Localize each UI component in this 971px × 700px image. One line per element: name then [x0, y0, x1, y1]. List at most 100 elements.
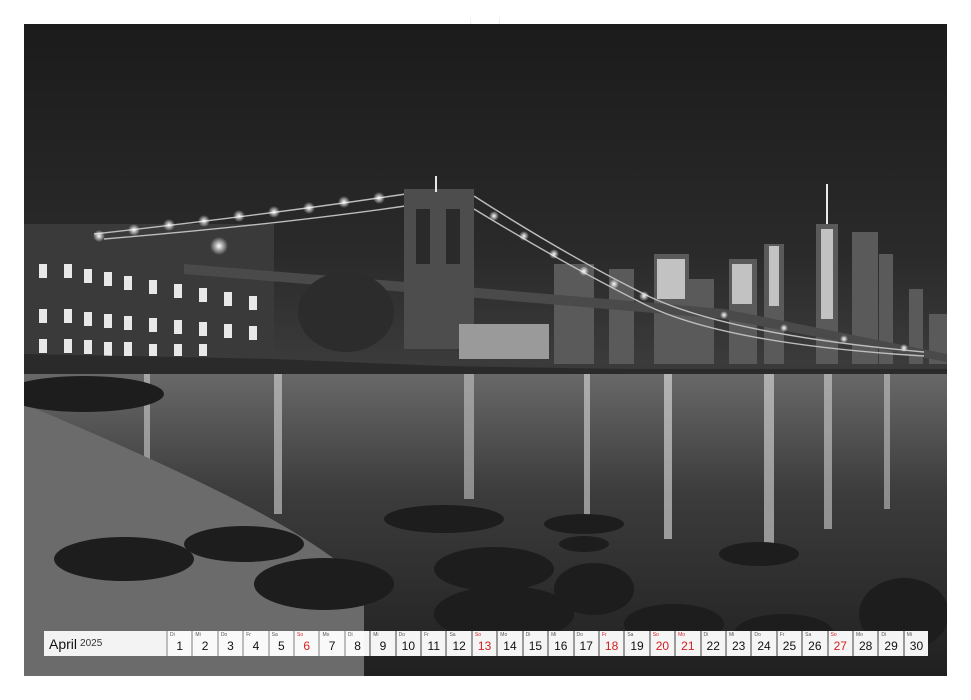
- day-cell: Mi 23: [726, 631, 751, 656]
- weekday-abbrev: Di: [881, 632, 887, 638]
- day-number: 20: [655, 639, 670, 653]
- day-cell: Mo 14: [498, 631, 522, 656]
- day-number: 22: [706, 639, 720, 653]
- weekday-abbrev: So: [474, 632, 481, 638]
- weekday-abbrev: Sa: [805, 632, 812, 638]
- weekday-abbrev: Fr: [246, 632, 251, 638]
- day-cell: Do 10: [396, 631, 421, 656]
- day-number: 2: [201, 639, 209, 653]
- day-cell: Mo 28: [853, 631, 878, 656]
- day-cell: Di 22: [701, 631, 725, 656]
- weekday-abbrev: Mo: [322, 632, 330, 638]
- weekday-abbrev: Mo: [678, 632, 686, 638]
- day-number: 17: [579, 639, 593, 653]
- weekday-abbrev: Mi: [373, 632, 379, 638]
- bridge-tower: [404, 176, 474, 349]
- day-number: 9: [379, 639, 387, 653]
- bridge-night-scene: [24, 176, 947, 676]
- day-number: 4: [252, 639, 260, 653]
- month-label-box: April 2025: [44, 631, 166, 656]
- day-number: 5: [277, 639, 285, 653]
- day-cell: Di 29: [879, 631, 903, 656]
- day-number: 18: [604, 639, 619, 653]
- day-cell: Di 8: [345, 631, 370, 656]
- weekday-abbrev: Di: [170, 632, 175, 638]
- weekday-abbrev: Mo: [500, 632, 508, 638]
- weekday-abbrev: Di: [703, 632, 709, 638]
- weekday-abbrev: Sa: [627, 632, 634, 638]
- weekday-abbrev: Mi: [551, 632, 557, 638]
- day-cell: So 13: [472, 631, 497, 656]
- day-cells: Di 1 Mi 2 Do 3 Fr 4 Sa 5 So 6 Mo 7 Di 8 Mi 9 Do 10 Fr 11 Sa 12 S…: [168, 631, 929, 656]
- day-cell: Do 3: [218, 631, 243, 656]
- day-cell: Fr 18: [599, 631, 624, 656]
- weekday-abbrev: So: [297, 632, 304, 638]
- weekday-abbrev: Do: [398, 632, 406, 638]
- day-cell: Sa 26: [803, 631, 827, 656]
- day-cell: Do 24: [752, 631, 776, 656]
- weekday-abbrev: Mi: [195, 632, 201, 638]
- day-cell: Sa 19: [625, 631, 649, 656]
- day-number: 19: [630, 639, 644, 653]
- calendar-strip: April 2025 Di 1 Mi 2 Do 3 Fr 4 Sa 5 So 6 Mo 7 Di 8 Mi 9 Do…: [44, 631, 929, 656]
- day-number: 15: [528, 639, 543, 653]
- day-number: 24: [757, 639, 771, 653]
- day-number: 23: [731, 639, 746, 653]
- day-number: 30: [909, 639, 924, 653]
- day-number: 12: [452, 639, 466, 653]
- year-label: 2025: [80, 638, 103, 649]
- day-cell: Di 15: [523, 631, 548, 656]
- weekday-abbrev: Di: [525, 632, 531, 638]
- day-number: 26: [808, 639, 822, 653]
- weekday-abbrev: So: [652, 632, 659, 638]
- day-number: 13: [477, 639, 492, 653]
- day-cell: Mo 7: [320, 631, 344, 656]
- day-cell: Mo 21: [676, 631, 700, 656]
- weekday-abbrev: Do: [220, 632, 228, 638]
- calendar-photo: [24, 24, 947, 676]
- day-cell: Mi 9: [371, 631, 395, 656]
- day-number: 27: [833, 639, 847, 653]
- day-cell: Sa 5: [269, 631, 294, 656]
- day-cell: So 6: [295, 631, 319, 656]
- day-cell: So 27: [828, 631, 852, 656]
- weekday-abbrev: Fr: [424, 632, 429, 638]
- weekday-abbrev: Mo: [855, 632, 863, 638]
- day-number: 28: [858, 639, 873, 653]
- day-cell: Fr 11: [422, 631, 446, 656]
- day-number: 6: [303, 639, 311, 653]
- weekday-abbrev: Sa: [449, 632, 456, 638]
- day-number: 29: [884, 639, 898, 653]
- weekday-abbrev: Mi: [728, 632, 735, 638]
- month-name: April: [49, 635, 78, 652]
- day-cell: Fr 25: [777, 631, 802, 656]
- day-number: 8: [354, 639, 361, 653]
- day-number: 21: [681, 639, 695, 653]
- day-number: 3: [227, 639, 234, 653]
- weekday-abbrev: Do: [754, 632, 761, 638]
- carousel-pavilion: [459, 324, 549, 359]
- day-number: 14: [503, 639, 517, 653]
- day-cell: Mi 30: [904, 631, 929, 656]
- day-number: 11: [427, 639, 440, 653]
- weekday-abbrev: Fr: [601, 632, 607, 638]
- day-number: 1: [176, 639, 184, 653]
- day-cell: Sa 12: [447, 631, 471, 656]
- day-cell: Di 1: [168, 631, 192, 656]
- day-cell: Do 17: [574, 631, 598, 656]
- day-cell: Fr 4: [244, 631, 268, 656]
- day-cell: So 20: [650, 631, 675, 656]
- day-number: 25: [782, 639, 797, 653]
- weekday-abbrev: Sa: [271, 632, 278, 638]
- weekday-abbrev: Di: [347, 632, 353, 638]
- day-cell: Mi 2: [193, 631, 217, 656]
- weekday-abbrev: So: [830, 632, 837, 638]
- day-number: 16: [554, 639, 568, 653]
- weekday-abbrev: Mi: [906, 632, 913, 638]
- weekday-abbrev: Fr: [779, 632, 785, 638]
- weekday-abbrev: Do: [576, 632, 583, 638]
- tree: [298, 272, 394, 352]
- day-number: 7: [328, 639, 336, 653]
- day-cell: Mi 16: [549, 631, 573, 656]
- day-number: 10: [401, 639, 416, 653]
